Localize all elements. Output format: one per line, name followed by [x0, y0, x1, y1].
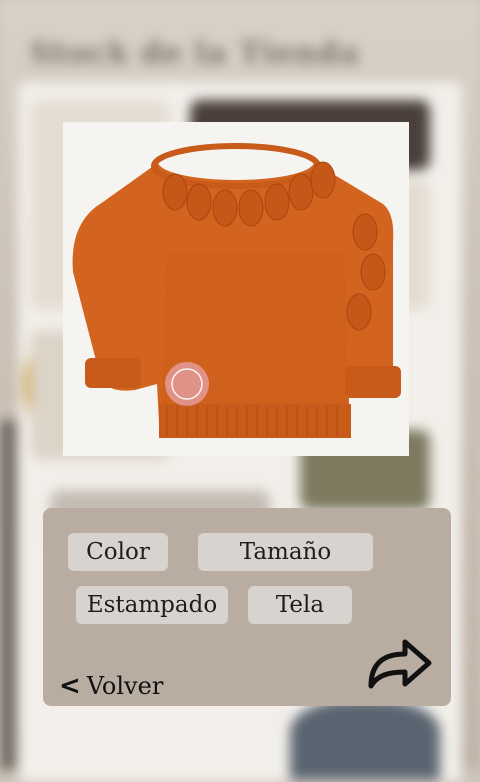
back-button[interactable]: < Volver — [59, 672, 163, 700]
color-option-button[interactable]: Color — [68, 533, 168, 571]
color-option-label: Color — [86, 539, 150, 565]
background-edge — [0, 420, 16, 770]
fabric-option-label: Tela — [275, 592, 325, 618]
background-store-title: Stock de la Tienda — [30, 36, 360, 71]
fabric-option-button[interactable]: Tela — [248, 586, 352, 624]
background-person-photo — [290, 700, 440, 780]
pattern-option-button[interactable]: Estampado — [76, 586, 228, 624]
pattern-option-label: Estampado — [86, 592, 218, 618]
back-label: Volver — [86, 672, 164, 700]
sweater-image — [72, 143, 401, 438]
chevron-left-icon: < — [59, 671, 81, 701]
size-option-button[interactable]: Tamaño — [198, 533, 373, 571]
product-image — [63, 122, 409, 456]
product-options-panel: Color Tamaño Estampado Tela < Volver — [43, 508, 451, 706]
share-arrow-icon[interactable] — [365, 632, 435, 694]
size-option-label: Tamaño — [239, 539, 332, 565]
